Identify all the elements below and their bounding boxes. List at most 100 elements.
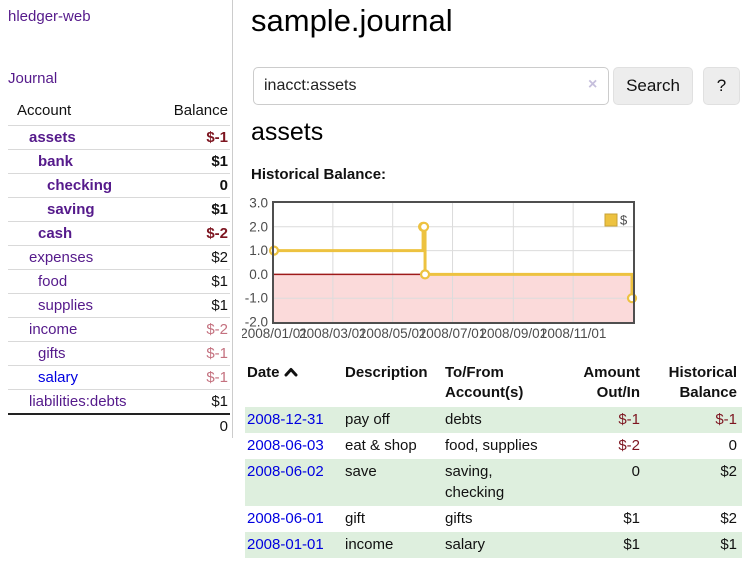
transaction-amount: $1 bbox=[548, 506, 640, 532]
transaction-description: eat & shop bbox=[343, 433, 443, 459]
transaction-amount: $1 bbox=[548, 532, 640, 558]
account-name-cell: gifts bbox=[8, 342, 159, 366]
account-link[interactable]: food bbox=[38, 273, 67, 290]
account-balance: $-1 bbox=[159, 366, 230, 390]
account-link[interactable]: expenses bbox=[29, 249, 93, 266]
search-input[interactable] bbox=[253, 67, 609, 105]
account-row: saving $1 bbox=[8, 198, 230, 222]
account-balance: $-1 bbox=[159, 126, 230, 150]
account-link[interactable]: bank bbox=[38, 153, 73, 170]
transaction-accounts: saving, checking bbox=[443, 459, 548, 506]
transaction-amount: 0 bbox=[548, 459, 640, 506]
transaction-row: 2008-06-03eat & shopfood, supplies$-20 bbox=[245, 433, 742, 459]
svg-text:2008/03/01: 2008/03/01 bbox=[299, 326, 367, 341]
transaction-row: 2008-12-31pay offdebts$-1$-1 bbox=[245, 407, 742, 433]
account-row: income $-2 bbox=[8, 318, 230, 342]
transaction-date-link[interactable]: 2008-01-01 bbox=[247, 536, 324, 553]
account-balance: $2 bbox=[159, 246, 230, 270]
account-balance: $1 bbox=[159, 294, 230, 318]
account-link[interactable]: checking bbox=[47, 177, 112, 194]
account-name-cell: bank bbox=[8, 150, 159, 174]
svg-text:3.0: 3.0 bbox=[249, 196, 268, 211]
account-balance: $1 bbox=[159, 150, 230, 174]
search-button[interactable]: Search bbox=[613, 67, 693, 105]
transaction-row: 2008-06-01 giftgifts$1$2 bbox=[245, 506, 742, 532]
accounts-total-spacer bbox=[8, 414, 159, 438]
account-link[interactable]: liabilities:debts bbox=[29, 393, 127, 410]
svg-text:2.0: 2.0 bbox=[249, 219, 268, 234]
svg-text:0.0: 0.0 bbox=[249, 267, 268, 282]
accounts-table-body: assets$-1bank$1checking0saving$1cash$-2e… bbox=[8, 126, 230, 415]
transaction-accounts: gifts bbox=[443, 506, 548, 532]
transaction-date-link[interactable]: 2008-06-03 bbox=[247, 437, 324, 454]
account-balance: $1 bbox=[159, 270, 230, 294]
transaction-date-link[interactable]: 2008-12-31 bbox=[247, 411, 324, 428]
description-column-header: Description bbox=[343, 360, 443, 407]
sidebar-item-journal[interactable]: Journal bbox=[8, 70, 57, 87]
account-balance: $-2 bbox=[159, 318, 230, 342]
accounts-total-balance: 0 bbox=[159, 414, 230, 438]
account-link[interactable]: saving bbox=[47, 201, 95, 218]
transaction-description: gift bbox=[343, 506, 443, 532]
account-row: cash $-2 bbox=[8, 222, 230, 246]
account-link[interactable]: income bbox=[29, 321, 77, 338]
amount-column-header: Amount Out/In bbox=[548, 360, 640, 407]
page-title: sample.journal bbox=[251, 2, 453, 40]
account-row: liabilities:debts $1 bbox=[8, 390, 230, 415]
transaction-amount: $-2 bbox=[548, 433, 640, 459]
account-balance: $1 bbox=[159, 198, 230, 222]
chart-title: Historical Balance: bbox=[251, 166, 386, 183]
transaction-date-link[interactable]: 2008-06-01 bbox=[247, 510, 324, 527]
transaction-row: 2008-06-02savesaving, checking0$2 bbox=[245, 459, 742, 506]
accounts-column-header-main: To/From Account(s) bbox=[443, 360, 548, 407]
accounts-total-row: 0 bbox=[8, 414, 230, 438]
account-balance: $-2 bbox=[159, 222, 230, 246]
balance-column-header: Balance bbox=[159, 98, 230, 126]
transaction-accounts: debts bbox=[443, 407, 548, 433]
account-link[interactable]: cash bbox=[38, 225, 72, 242]
account-link[interactable]: salary bbox=[38, 369, 78, 386]
clear-search-icon[interactable]: × bbox=[588, 76, 597, 94]
accounts-table-header: Account Balance bbox=[8, 98, 230, 126]
transactions-header-row: Date Description To/From Account(s) Amou… bbox=[245, 360, 742, 407]
account-name-cell: cash bbox=[8, 222, 159, 246]
svg-text:2008/05/01: 2008/05/01 bbox=[359, 326, 427, 341]
account-heading: assets bbox=[251, 116, 323, 148]
transactions-table-body: 2008-12-31pay offdebts$-1$-12008-06-03ea… bbox=[245, 407, 742, 558]
date-column-header[interactable]: Date bbox=[245, 360, 343, 407]
transaction-balance: $-1 bbox=[640, 407, 742, 433]
account-row: expenses $2 bbox=[8, 246, 230, 270]
account-balance: $1 bbox=[159, 390, 230, 415]
account-row: salary $-1 bbox=[8, 366, 230, 390]
svg-text:1.0: 1.0 bbox=[249, 243, 268, 258]
transactions-table: Date Description To/From Account(s) Amou… bbox=[245, 360, 742, 558]
account-name-cell: income bbox=[8, 318, 159, 342]
account-balance: $-1 bbox=[159, 342, 230, 366]
account-row: checking0 bbox=[8, 174, 230, 198]
account-row: food $1 bbox=[8, 270, 230, 294]
transaction-description: pay off bbox=[343, 407, 443, 433]
help-button[interactable]: ? bbox=[703, 67, 740, 105]
transaction-date-cell: 2008-12-31 bbox=[245, 407, 343, 433]
app-brand-link[interactable]: hledger-web bbox=[8, 8, 91, 25]
account-name-cell: salary bbox=[8, 366, 159, 390]
account-name-cell: checking bbox=[8, 174, 159, 198]
account-row: supplies $1 bbox=[8, 294, 230, 318]
account-name-cell: expenses bbox=[8, 246, 159, 270]
transaction-date-cell: 2008-01-01 bbox=[245, 532, 343, 558]
accounts-column-header: Account bbox=[8, 98, 159, 126]
transaction-description: save bbox=[343, 459, 443, 506]
transaction-balance: $2 bbox=[640, 506, 742, 532]
account-link[interactable]: assets bbox=[29, 129, 76, 146]
transaction-description: income bbox=[343, 532, 443, 558]
account-link[interactable]: supplies bbox=[38, 297, 93, 314]
transaction-balance: $1 bbox=[640, 532, 742, 558]
account-link[interactable]: gifts bbox=[38, 345, 66, 362]
sidebar: hledger-web Journal Account Balance asse… bbox=[0, 0, 233, 438]
transaction-date-cell: 2008-06-02 bbox=[245, 459, 343, 506]
svg-text:-1.0: -1.0 bbox=[245, 291, 268, 306]
sort-ascending-icon bbox=[284, 364, 298, 384]
date-header-label: Date bbox=[247, 364, 280, 381]
transaction-date-link[interactable]: 2008-06-02 bbox=[247, 463, 324, 480]
account-row: gifts $-1 bbox=[8, 342, 230, 366]
